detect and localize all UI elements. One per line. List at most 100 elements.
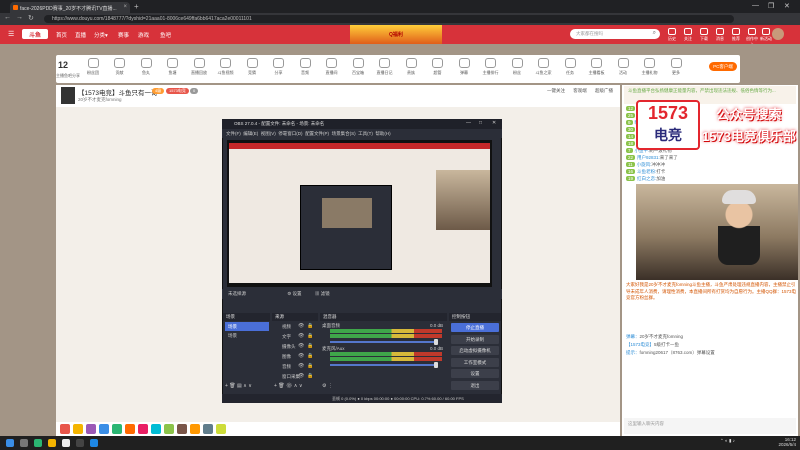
toolbar-item[interactable]: 活动 [612, 58, 634, 76]
scene-item[interactable]: 场景 [225, 332, 269, 340]
gift-icon[interactable] [112, 424, 122, 434]
gift-icon[interactable] [138, 424, 148, 434]
control-button-3[interactable]: 工作室模式 [451, 357, 499, 367]
chat-username[interactable]: 斗鱼老粉: [637, 169, 656, 174]
system-tray-icons[interactable]: ⌃ ◐ ▮ ♪ [720, 438, 735, 444]
streamer-name[interactable]: 20岁不才麦克fomning [78, 97, 122, 103]
streamer-thumbnail[interactable] [61, 87, 75, 104]
control-button-5[interactable]: 退出 [451, 380, 499, 390]
minimize-button[interactable]: — [752, 2, 759, 9]
gift-icon[interactable] [164, 424, 174, 434]
toolbar-item[interactable]: 直播间 [321, 58, 343, 76]
toolbar-item[interactable]: 分享 [268, 58, 290, 76]
close-tab-icon[interactable]: × [123, 4, 127, 10]
follow-room-button[interactable]: 一键关注 [544, 88, 568, 94]
toolbar-item[interactable]: 主播礼物 [639, 58, 661, 76]
search-taskbar-icon[interactable] [20, 439, 28, 447]
obs-maximize-button[interactable]: □ [479, 120, 482, 126]
toolbar-item[interactable]: 竞猜 [241, 58, 263, 76]
toolbar-item[interactable]: 直播日记 [374, 58, 396, 76]
toolbar-item[interactable]: 粉丝团 [82, 58, 104, 76]
control-button-1[interactable]: 开始录制 [451, 334, 499, 344]
source-filters-button[interactable]: ▦ 滤镜 [315, 291, 330, 296]
eye-icon[interactable]: 👁 [298, 353, 304, 359]
menu-profile[interactable]: 配置文件(P) [305, 131, 329, 136]
gift-icon[interactable] [203, 424, 213, 434]
toolbar-item[interactable]: 贡献 [109, 58, 131, 76]
chat-input[interactable]: 这里输入聊天内容 [624, 418, 796, 434]
messages-button[interactable]: 消息 [713, 28, 727, 42]
lock-icon[interactable]: 🔒 [307, 333, 313, 339]
scenes-add-remove[interactable]: + 🗑 ▤ ∧ ∨ [225, 383, 252, 389]
mic-volume-slider[interactable] [330, 364, 434, 366]
menu-help[interactable]: 帮助(H) [375, 131, 390, 136]
gift-icon[interactable] [125, 424, 135, 434]
obs-minimize-button[interactable]: — [466, 120, 471, 126]
menu-docks[interactable]: 停靠窗口(D) [278, 131, 302, 136]
download-button[interactable]: 下载 [697, 28, 711, 42]
gift-icon[interactable] [86, 424, 96, 434]
edge-icon[interactable] [34, 439, 42, 447]
douyu-logo[interactable]: 斗鱼 [22, 29, 48, 39]
toolbar-item[interactable]: 主播排行 [480, 58, 502, 76]
gift-icon[interactable] [190, 424, 200, 434]
new-activity-button[interactable]: 新活动 [759, 28, 773, 42]
pc-client-button[interactable]: PC客户端 [709, 62, 737, 71]
toolbar-item[interactable]: 粉丝 [506, 58, 528, 76]
scene-item[interactable]: 场景 [225, 322, 269, 331]
source-settings-button[interactable]: ⚙ 设置 [287, 291, 301, 296]
toolbar-item[interactable]: 主播看板 [586, 58, 608, 76]
source-item[interactable]: 视频 👁 🔒 [274, 323, 316, 331]
nav-live[interactable]: 直播 [75, 31, 86, 39]
toolbar-item[interactable]: 贵族 [400, 58, 422, 76]
mixer-settings-icon[interactable]: ⚙ ⋮ [322, 383, 333, 389]
mic-volume-knob[interactable] [434, 362, 438, 368]
browser-tab[interactable]: face-2026PDD赛事_20岁不才腾讯TV直播... × [10, 2, 130, 13]
gift-icon[interactable] [177, 424, 187, 434]
forward-icon[interactable]: → [16, 14, 23, 21]
source-item[interactable]: 窗口采集 👁 🔒 [274, 373, 316, 381]
lock-icon[interactable]: 🔒 [307, 353, 313, 359]
toolbar-item[interactable]: 更多 [665, 58, 687, 76]
close-window-button[interactable]: ✕ [784, 2, 790, 10]
url-input[interactable]: https://www.douyu.com/1848777/?dyshid=21… [44, 15, 734, 23]
chat-username[interactable]: 【1573电竞】 [626, 342, 654, 347]
maximize-button[interactable]: ❐ [768, 2, 774, 10]
lock-icon[interactable]: 🔒 [307, 363, 313, 369]
menu-scene-collection[interactable]: 场景集合(S) [332, 131, 356, 136]
chat-username[interactable]: 红白之恋: [637, 176, 656, 181]
search-icon[interactable]: ⌕ [653, 30, 656, 37]
gift-icon[interactable] [216, 424, 226, 434]
chat-username[interactable]: 小旋风: [637, 162, 652, 167]
promo-banner[interactable]: Q福利 [350, 25, 442, 44]
toolbar-item[interactable]: 超管 [427, 58, 449, 76]
toolbar-item[interactable]: 斗鱼之家 [533, 58, 555, 76]
sources-add-remove[interactable]: + 🗑 ⚙ ∧ ∨ [274, 383, 303, 389]
explorer-icon[interactable] [48, 439, 56, 447]
chat-username[interactable]: 提示： [626, 350, 640, 355]
menu-edit[interactable]: 编辑(E) [243, 131, 258, 136]
source-item[interactable]: 图像 👁 🔒 [274, 353, 316, 361]
eye-icon[interactable]: 👁 [298, 373, 304, 379]
toolbar-item[interactable]: 斗鱼视频 [215, 58, 237, 76]
app-taskbar-icon[interactable] [90, 439, 98, 447]
gift-icon[interactable] [151, 424, 161, 434]
source-item[interactable]: 音频 👁 🔒 [274, 363, 316, 371]
desktop-volume-knob[interactable] [434, 339, 438, 345]
toolbar-item[interactable]: 鱼丸 [135, 58, 157, 76]
menu-tools[interactable]: 工具(T) [358, 131, 373, 136]
gift-icon[interactable] [73, 424, 83, 434]
control-button-2[interactable]: 启动虚拟摄像机 [451, 346, 499, 355]
control-button-0[interactable]: 停止直播 [451, 323, 499, 332]
eye-icon[interactable]: 👁 [298, 333, 304, 339]
gift-icon[interactable] [99, 424, 109, 434]
super-broadcast-button[interactable]: 超级广播 [592, 88, 616, 94]
history-button[interactable]: 历史 [665, 28, 679, 42]
toolbar-item[interactable]: 鱼塘 [162, 58, 184, 76]
lock-icon[interactable]: 🔒 [307, 323, 313, 329]
clock[interactable]: 16:12 2026/5/4 [774, 437, 796, 447]
eye-icon[interactable]: 👁 [298, 323, 304, 329]
nav-category[interactable]: 分类▾ [94, 31, 108, 39]
control-button-4[interactable]: 设置 [451, 369, 499, 378]
chat-username[interactable]: 用户92831: [637, 155, 660, 160]
